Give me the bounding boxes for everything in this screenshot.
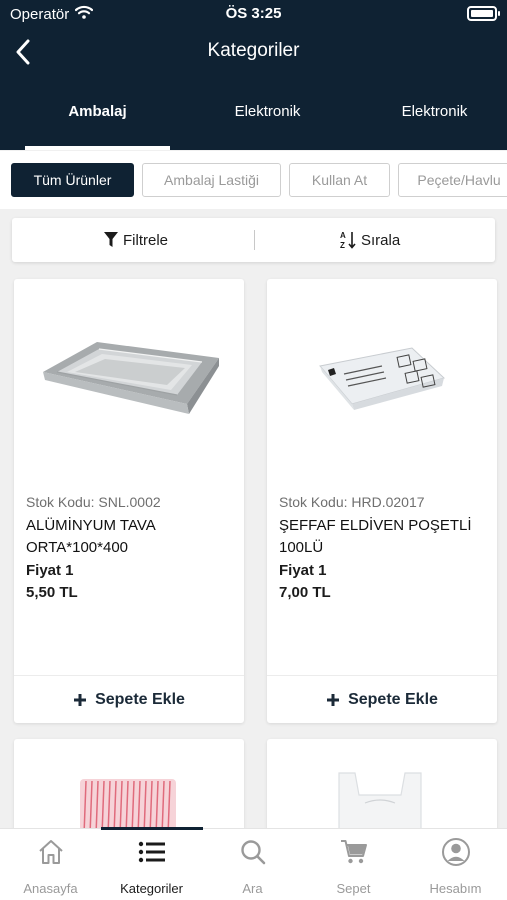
tab-label: Kategoriler (120, 881, 183, 896)
price-label: Fiyat 1 (279, 562, 327, 579)
product-name: ALÜMİNYUM TAVA ORTA*100*400 (26, 517, 155, 556)
product-image-glove-pack (267, 279, 497, 479)
tab-label: Sepet (336, 881, 371, 896)
status-bar: Operatör ÖS 3:25 (0, 0, 507, 28)
app-header: Operatör ÖS 3:25 Kategoriler Ambalaj Ele… (0, 0, 507, 150)
tab-kategoriler[interactable]: Kategoriler (101, 829, 202, 900)
product-name: ŞEFFAF ELDİVEN POŞETLİ 100LÜ (279, 517, 472, 556)
filter-button[interactable]: Filtrele (104, 218, 168, 262)
chip-tum-urunler[interactable]: Tüm Ürünler (11, 163, 134, 197)
home-icon (36, 837, 66, 867)
add-to-cart-button[interactable]: Sepete Ekle (14, 676, 244, 723)
filter-sort-bar: Filtrele A Z Sırala (12, 218, 495, 262)
product-stock-code: Stok Kodu: SNL.0002 (26, 494, 161, 510)
add-to-cart-button[interactable]: Sepete Ekle (267, 676, 497, 723)
tab-label: Anasayfa (23, 881, 78, 896)
page-title: Kategoriler (207, 40, 300, 61)
tab-elektronik[interactable]: Elektronik (195, 90, 340, 150)
product-card[interactable]: Stok Kodu: HRD.02017 ŞEFFAF ELDİVEN POŞE… (267, 279, 497, 723)
filter-label: Filtrele (123, 231, 169, 249)
tab-elektronik-2[interactable]: Elektronik (362, 90, 507, 150)
product-stock-code: Stok Kodu: HRD.02017 (279, 494, 425, 510)
tab-label: Hesabım (429, 881, 482, 896)
product-image-aluminum-tray (14, 279, 244, 479)
sort-label: Sırala (361, 231, 401, 249)
chip-kullan-at[interactable]: Kullan At (289, 163, 390, 197)
product-price: 7,00 TL (279, 584, 331, 601)
battery-icon (467, 6, 500, 21)
tab-ambalaj[interactable]: Ambalaj (25, 90, 170, 150)
plus-icon (327, 693, 340, 706)
tab-label: Ara (242, 881, 263, 896)
price-label: Fiyat 1 (26, 562, 74, 579)
subcategory-chips: Tüm Ürünler Ambalaj Lastiği Kullan At Pe… (0, 151, 507, 209)
category-tabs: Ambalaj Elektronik Elektronik (0, 90, 507, 150)
filter-icon (104, 232, 118, 247)
sort-button[interactable]: A Z Sırala (340, 218, 400, 262)
filter-divider (254, 230, 255, 250)
plus-icon (74, 693, 87, 706)
tab-sepet[interactable]: Sepet (303, 829, 404, 900)
cart-icon (339, 837, 369, 867)
nav-bar: Kategoriler (0, 30, 507, 74)
search-icon (238, 837, 268, 867)
chip-pecete-havlu[interactable]: Peçete/Havlu (398, 163, 507, 197)
list-icon (137, 837, 167, 867)
status-time: ÖS 3:25 (225, 5, 282, 22)
tab-ara[interactable]: Ara (202, 829, 303, 900)
svg-text:A: A (340, 231, 346, 240)
tab-anasayfa[interactable]: Anasayfa (0, 829, 101, 900)
account-icon (441, 837, 471, 867)
product-card[interactable]: Stok Kodu: SNL.0002 ALÜMİNYUM TAVA ORTA*… (14, 279, 244, 723)
chip-ambalaj-lastigi[interactable]: Ambalaj Lastiği (142, 163, 281, 197)
bottom-tab-bar: Anasayfa Kategoriler Ara Sepet Hesabım (0, 827, 507, 900)
add-to-cart-label: Sepete Ekle (348, 690, 438, 708)
sort-icon: A Z (340, 231, 356, 249)
product-price: 5,50 TL (26, 584, 78, 601)
svg-text:Z: Z (340, 241, 345, 249)
add-to-cart-label: Sepete Ekle (95, 690, 185, 708)
tab-hesabim[interactable]: Hesabım (405, 829, 506, 900)
active-tab-indicator (25, 146, 170, 150)
